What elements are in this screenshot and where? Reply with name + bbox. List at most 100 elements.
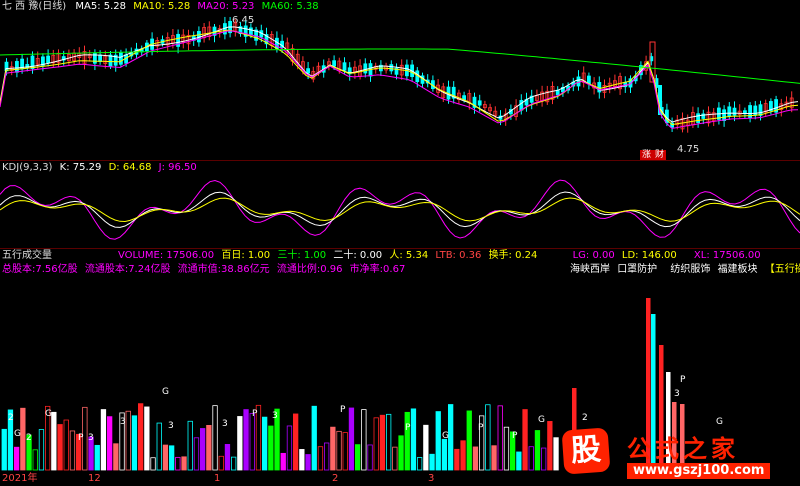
volume-bar <box>410 408 417 471</box>
candle-body <box>14 61 19 73</box>
volume-bar <box>212 405 218 471</box>
divider-kdj-volume <box>0 248 800 249</box>
volume-bar <box>392 446 398 471</box>
volume-bar <box>441 438 448 471</box>
candle-body <box>477 100 482 106</box>
sector-0[interactable]: 海峡西岸 <box>570 264 610 276</box>
candle-body <box>389 64 394 72</box>
volume-bar <box>131 415 138 471</box>
volume-marker: G <box>442 431 449 441</box>
volume-bar <box>485 404 491 471</box>
watermark-title: 公式之家 <box>627 435 739 463</box>
volume-bar <box>199 428 206 471</box>
sector-2[interactable]: 纺织服饰 <box>670 264 710 276</box>
volume-bar <box>528 446 534 471</box>
volume-bar <box>522 409 528 471</box>
volume-bar <box>385 413 392 471</box>
candle-body <box>753 105 758 116</box>
info-total-shares: 总股本:7.56亿股 <box>2 264 78 275</box>
candle-body <box>758 104 763 116</box>
main-chart-canvas[interactable]: 2G 2GP 33G3 3P 3PPGPPG 2P3G <box>0 0 800 486</box>
volume-bar <box>162 444 169 471</box>
candle-body <box>462 95 467 100</box>
watermark-icon: 股 <box>561 427 611 475</box>
sector-3[interactable]: 福建板块 <box>718 264 758 276</box>
volume-bar <box>447 404 454 471</box>
kdj-k-value: K: 75.29 <box>59 162 102 173</box>
volume-marker: P <box>252 409 258 419</box>
volume-marker: G <box>162 387 169 397</box>
volume-bar <box>330 426 336 471</box>
candle-body <box>306 68 311 74</box>
watermark: 股 公式之家 www.gszj100.com <box>555 427 777 481</box>
stat-sanshi: 三十: 1.00 <box>277 250 327 261</box>
stat-bairi: 百日: 1.00 <box>221 250 271 261</box>
candle-body <box>46 55 50 63</box>
volume-bar <box>38 429 45 471</box>
time-axis-12: 12 <box>88 473 101 484</box>
kdj-k-line <box>0 191 800 228</box>
volume-bar <box>497 405 503 471</box>
volume-bar <box>193 437 200 471</box>
volume-marker: P <box>78 433 84 443</box>
volume-marker: 3 <box>168 421 174 431</box>
info-float-value: 流通市值:38.86亿元 <box>177 264 270 275</box>
volume-title: 五行成交量 <box>2 250 52 261</box>
kdj-d-line <box>0 197 800 223</box>
volume-bar <box>466 410 472 471</box>
stat-ld: LD: 146.00 <box>621 250 677 261</box>
candle-body <box>722 109 726 121</box>
volume-bar <box>63 419 69 471</box>
candle-body <box>248 27 253 36</box>
volume-marker: 3 <box>272 411 278 421</box>
candle-body <box>363 63 368 74</box>
kdj-d-value: D: 64.68 <box>108 162 152 173</box>
volume-bar <box>156 422 162 471</box>
volume-stats: VOLUME: 17506.00 百日: 1.00 三十: 1.00 二十: 0… <box>118 250 765 262</box>
time-axis-1: 1 <box>214 473 221 484</box>
volume-bar <box>379 414 386 471</box>
volume-marker: 3 <box>120 417 126 427</box>
candle-body <box>748 105 752 119</box>
volume-bar <box>435 411 441 471</box>
volume-bar <box>13 446 20 471</box>
volume-bar <box>268 425 274 471</box>
time-axis-2: 2 <box>332 473 339 484</box>
volume-bar <box>423 424 429 471</box>
volume-bar <box>175 456 181 471</box>
volume-bar <box>342 432 348 471</box>
volume-bar <box>534 430 541 471</box>
volume-bar <box>100 409 107 471</box>
kdj-j-value: J: 96.50 <box>158 162 197 173</box>
sector-1[interactable]: 口罩防护 <box>617 264 657 276</box>
kdj-j-line <box>0 179 800 240</box>
ma20-line <box>0 30 799 130</box>
volume-bar <box>20 407 26 471</box>
volume-bar <box>398 435 404 471</box>
stat-volume: VOLUME: 17506.00 <box>118 250 215 261</box>
volume-bar <box>299 449 305 471</box>
volume-bar <box>206 425 212 471</box>
volume-bar <box>168 445 175 471</box>
volume-marker: G <box>45 409 52 419</box>
watermark-icon-char: 股 <box>569 431 603 470</box>
volume-marker: P <box>680 375 686 385</box>
candle-body <box>696 113 700 123</box>
volume-header: 五行成交量 <box>2 250 52 262</box>
volume-bar <box>237 416 243 471</box>
kdj-title: KDJ(9,3,3) <box>2 162 53 173</box>
volume-bar <box>503 426 510 471</box>
volume-marker: 2 <box>582 413 588 423</box>
volume-bar <box>323 442 330 471</box>
volume-bar <box>150 457 156 471</box>
candle-body <box>732 107 737 116</box>
volume-bar <box>404 411 410 471</box>
volume-bar <box>1 428 7 471</box>
stat-ltb: LTB: 0.36 <box>435 250 482 261</box>
volume-bar <box>32 449 38 471</box>
panel-link[interactable]: 【五行操盘】 <box>765 264 800 275</box>
volume-marker: G <box>14 429 21 439</box>
volume-bar <box>516 451 522 471</box>
candle-body <box>119 52 123 65</box>
time-axis-2021: 2021年 <box>2 473 38 484</box>
